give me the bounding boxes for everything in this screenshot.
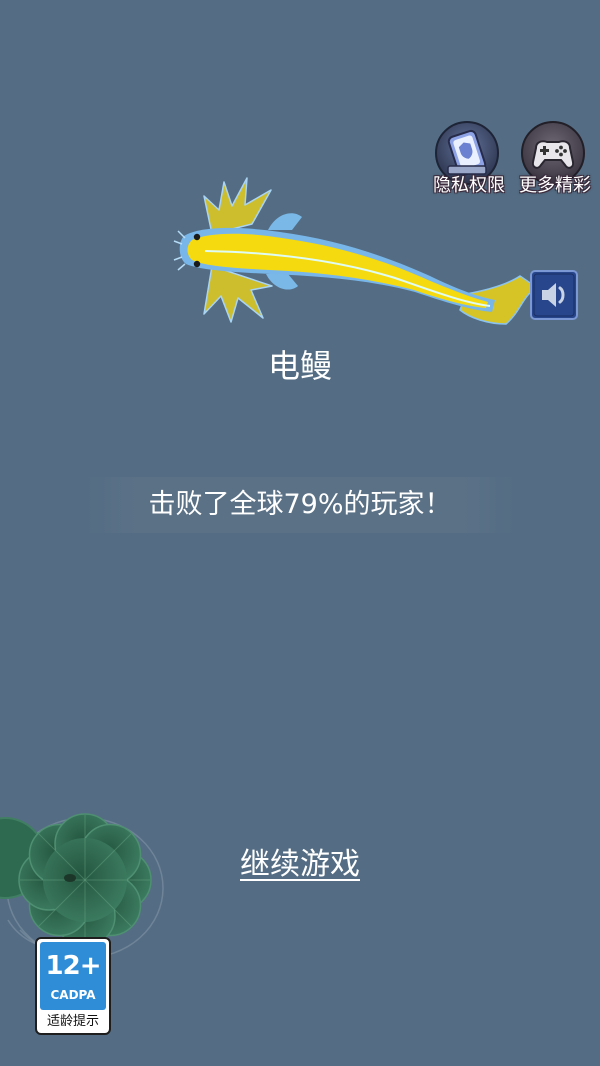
electric-eel-icon [173, 177, 537, 325]
lily-pad-icon [0, 813, 164, 959]
fish-top-small-fin [268, 213, 302, 230]
game-result-screen: 隐私权限 更多精彩 电鳗 击败了全球79%的玩家！ 继续游戏 12+ CADPA… [0, 0, 600, 1066]
age-rating-organization: CADPA [50, 988, 96, 1002]
fish-bottom-small-fin [266, 274, 298, 290]
speaker-icon [530, 270, 578, 320]
age-rating-badge[interactable]: 12+ CADPA 适龄提示 [35, 937, 111, 1035]
fish-eye-bottom [193, 260, 201, 268]
continue-game-button[interactable]: 继续游戏 [230, 844, 370, 886]
fish-eye-top [193, 233, 201, 241]
result-text: 击败了全球79%的玩家！ [148, 489, 452, 520]
fish-name-title: 电鳗 [267, 347, 332, 385]
lily-pad-veins [20, 815, 150, 945]
age-rating-panel: 12+ CADPA [40, 942, 106, 1010]
lily-pad-bug [64, 874, 76, 882]
result-panel: 击败了全球79%的玩家！ [84, 477, 516, 533]
fish-upper-fin [203, 177, 272, 235]
sound-toggle-button[interactable] [530, 270, 578, 320]
fish-lower-fin [203, 265, 273, 323]
age-rating-caption: 适龄提示 [46, 1014, 99, 1029]
age-rating-value: 12+ [45, 951, 102, 981]
